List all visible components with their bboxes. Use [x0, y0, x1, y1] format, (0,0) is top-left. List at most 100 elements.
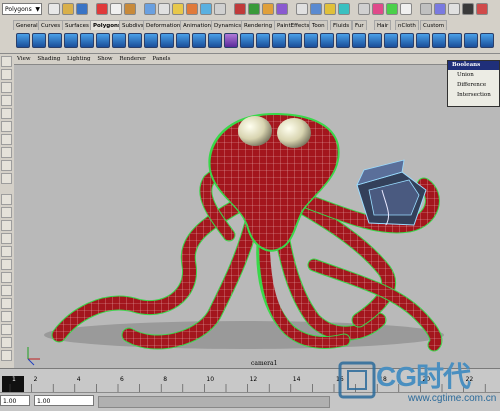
script-editor-icon[interactable]: [420, 3, 432, 15]
panel-layout-2-icon[interactable]: [448, 3, 460, 15]
menu-shading[interactable]: Shading: [37, 56, 60, 62]
append-icon[interactable]: [272, 33, 286, 48]
open-scene-icon[interactable]: [62, 3, 74, 15]
perspective-viewport[interactable]: camera1: [14, 65, 500, 368]
rotate-tool-icon[interactable]: [1, 108, 12, 119]
panel-layout-4-icon[interactable]: [476, 3, 488, 15]
panel-layout-3-icon[interactable]: [462, 3, 474, 15]
universal-manipulator-icon[interactable]: [1, 134, 12, 145]
menu-renderer[interactable]: Renderer: [119, 56, 145, 62]
poly-cylinder-icon[interactable]: [48, 33, 62, 48]
menu-view[interactable]: View: [17, 56, 31, 62]
save-scene-icon[interactable]: [76, 3, 88, 15]
render-icon[interactable]: [248, 3, 260, 15]
outliner-icon[interactable]: [372, 3, 384, 15]
playback-start-field[interactable]: 1.00: [34, 395, 94, 406]
panel-layout-icon[interactable]: [434, 3, 446, 15]
make-live-icon[interactable]: [214, 3, 226, 15]
poly-cone-icon[interactable]: [64, 33, 78, 48]
select-tool-icon[interactable]: [1, 56, 12, 67]
menu-item-union[interactable]: Union: [448, 70, 499, 80]
tab-animation[interactable]: Animation: [180, 20, 215, 30]
layout-11-icon[interactable]: [1, 324, 12, 335]
soft-mod-icon[interactable]: [1, 147, 12, 158]
layout-6-icon[interactable]: [1, 259, 12, 270]
ipr-render-icon[interactable]: [262, 3, 274, 15]
poly-plane-icon[interactable]: [80, 33, 94, 48]
single-perspective-layout-icon[interactable]: [1, 194, 12, 205]
merge-icon[interactable]: [352, 33, 366, 48]
poly-cube-icon[interactable]: [32, 33, 46, 48]
wedge-icon[interactable]: [400, 33, 414, 48]
layout-12-icon[interactable]: [1, 337, 12, 348]
menu-item-intersection[interactable]: Intersection: [448, 90, 499, 100]
tab-deformation[interactable]: Deformation: [143, 20, 184, 30]
uv-editor-icon[interactable]: [416, 33, 430, 48]
poke-icon[interactable]: [384, 33, 398, 48]
bridge-icon[interactable]: [256, 33, 270, 48]
poly-torus-icon[interactable]: [96, 33, 110, 48]
tab-surfaces[interactable]: Surfaces: [62, 20, 92, 30]
poly-sphere-icon[interactable]: [16, 33, 30, 48]
four-view-layout-icon[interactable]: [1, 207, 12, 218]
snap-grid-icon[interactable]: [158, 3, 170, 15]
hypershade-icon[interactable]: [386, 3, 398, 15]
layout-8-icon[interactable]: [1, 285, 12, 296]
tab-fur[interactable]: Fur: [352, 20, 367, 30]
snap-view-icon[interactable]: [200, 3, 212, 15]
combine-icon[interactable]: [176, 33, 190, 48]
tab-toon[interactable]: Toon: [309, 20, 328, 30]
mask-icon[interactable]: [144, 3, 156, 15]
snap-curve-icon[interactable]: [172, 3, 184, 15]
tab-painteffects[interactable]: PaintEffects: [274, 20, 313, 30]
tab-general[interactable]: General: [13, 20, 41, 30]
history-icon[interactable]: [234, 3, 246, 15]
persp-graph-layout-icon[interactable]: [1, 233, 12, 244]
poly-prism-icon[interactable]: [112, 33, 126, 48]
tab-curves[interactable]: Curves: [38, 20, 64, 30]
show-manipulator-icon[interactable]: [1, 160, 12, 171]
spherical-map-icon[interactable]: [464, 33, 478, 48]
boolean-icon[interactable]: [224, 33, 238, 48]
menu-panels[interactable]: Panels: [152, 56, 170, 62]
last-tool-icon[interactable]: [1, 173, 12, 184]
planar-map-icon[interactable]: [432, 33, 446, 48]
graph-editor-icon[interactable]: [400, 3, 412, 15]
attribute-editor-icon[interactable]: [310, 3, 322, 15]
layout-9-icon[interactable]: [1, 298, 12, 309]
channel-box-icon[interactable]: [338, 3, 350, 15]
menu-show[interactable]: Show: [97, 56, 112, 62]
tab-ncloth[interactable]: nCloth: [395, 20, 419, 30]
snap-point-icon[interactable]: [186, 3, 198, 15]
select-component-icon[interactable]: [124, 3, 136, 15]
select-hierarchy-icon[interactable]: [96, 3, 108, 15]
poly-helix-icon[interactable]: [160, 33, 174, 48]
offset-edge-icon[interactable]: [320, 33, 334, 48]
menu-lighting[interactable]: Lighting: [67, 56, 91, 62]
scale-tool-icon[interactable]: [1, 121, 12, 132]
split-icon[interactable]: [288, 33, 302, 48]
tab-custom[interactable]: Custom: [420, 20, 448, 30]
layout-13-icon[interactable]: [1, 350, 12, 361]
tab-hair[interactable]: Hair: [374, 20, 392, 30]
range-slider-bar[interactable]: [98, 396, 330, 408]
start-time-field[interactable]: 1.00: [0, 395, 30, 406]
tab-dynamics[interactable]: Dynamics: [211, 20, 245, 30]
bevel-icon[interactable]: [336, 33, 350, 48]
new-scene-icon[interactable]: [48, 3, 60, 15]
separate-icon[interactable]: [192, 33, 206, 48]
automatic-map-icon[interactable]: [480, 33, 494, 48]
layout-icon[interactable]: [358, 3, 370, 15]
layout-7-icon[interactable]: [1, 272, 12, 283]
smooth-icon[interactable]: [208, 33, 222, 48]
layout-10-icon[interactable]: [1, 311, 12, 322]
cylindrical-map-icon[interactable]: [448, 33, 462, 48]
tool-settings-icon[interactable]: [324, 3, 336, 15]
hypershade-layout-icon[interactable]: [1, 246, 12, 257]
collapse-icon[interactable]: [368, 33, 382, 48]
poly-pipe-icon[interactable]: [144, 33, 158, 48]
extrude-icon[interactable]: [240, 33, 254, 48]
menu-set-dropdown[interactable]: Polygons ▼: [2, 3, 42, 15]
input-line-icon[interactable]: [296, 3, 308, 15]
poly-pyramid-icon[interactable]: [128, 33, 142, 48]
